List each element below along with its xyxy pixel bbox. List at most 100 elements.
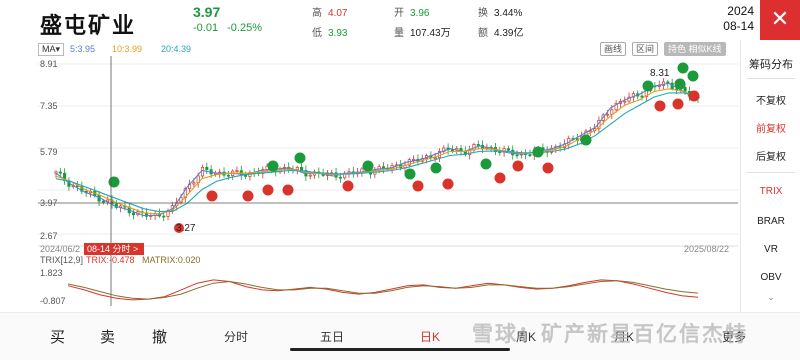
open-label: 开 [394,8,404,19]
current-price: 3.97 [193,4,221,20]
trix-legend-value: TRIX:-0.478 [86,255,135,265]
indicator-brar[interactable]: BRAR [741,216,800,227]
candle-body [162,215,166,218]
turnover-value: 3.44% [494,8,523,19]
change-value: -0.01 [193,22,219,34]
candle-body [244,174,248,177]
ma-lines [55,82,699,217]
low-quote: 低 3.93 [312,24,347,39]
sidebar-divider [747,78,795,79]
similar-kline-button[interactable]: 持色 相似K线 [664,42,726,56]
buy-signal-marker [580,134,592,146]
tab-five-day[interactable]: 五日 [314,328,350,345]
close-icon: ✕ [770,6,790,31]
sell-signal-marker [654,100,666,112]
sell-signal-marker [262,184,274,196]
candle-body [515,154,519,157]
draw-line-button[interactable]: 画线 [600,42,627,56]
buy-signal-marker [404,168,416,180]
tab-intraday[interactable]: 分时 [218,328,254,345]
candle-body [308,174,312,177]
candle-body [683,87,687,92]
chip-distribution-button[interactable]: 筹码分布 [741,56,800,72]
ma-line-ma20 [55,92,699,212]
cancel-order-button[interactable]: 撤 [152,326,167,347]
ma5-legend: 5:3.95 [70,44,96,54]
ma-selector-label: MA [42,44,56,54]
candle-body [235,170,239,172]
stock-name: 盛屯矿业 [40,13,137,38]
matrix-legend-value: MATRIX:0.020 [142,255,200,265]
turnover-label: 换 [478,8,488,19]
candle-body [498,151,502,154]
price-axis-label: 7.35 [40,101,58,111]
candle-body [200,167,205,177]
indicator-obv[interactable]: OBV [741,272,800,283]
candle-body [450,149,454,152]
buy-signal-marker [480,158,492,170]
close-button[interactable]: ✕ [760,0,800,40]
no-adjust-button[interactable]: 不复权 [741,92,800,107]
amount-value: 4.39亿 [494,28,524,39]
high-label: 高 [312,8,322,19]
buy-signal-marker [642,80,654,92]
date-end-label: 2025/08/22 [684,244,729,254]
indicator-trix[interactable]: TRIX [741,186,800,197]
candle-body [528,154,532,156]
candle-body [205,167,209,170]
price-axis-label: 8.91 [40,59,58,69]
price-axis-label: 5.79 [40,147,58,157]
sell-signal-marker [672,98,684,110]
low-value: 3.93 [328,28,348,39]
price-axis-labels: 8.917.355.793.972.67 [40,59,58,241]
sell-signal-marker [206,190,218,202]
forward-adjust-button[interactable]: 前复权 [741,120,800,135]
trix-legend-name: TRIX[12,9] [40,255,83,265]
low-label: 低 [312,28,322,39]
buy-button[interactable]: 买 [50,326,65,347]
buy-signal-marker [674,78,686,90]
high-quote: 高 4.07 [312,4,347,19]
volume-value: 107.43万 [410,28,451,39]
candle-body [476,144,480,146]
amount-quote: 额 4.39亿 [478,24,523,39]
candlesticks [54,78,700,222]
buy-signal-marker [267,160,279,172]
sell-signal-marker [442,178,454,190]
kline-chart[interactable]: 8.917.355.793.972.67 TRIX[12,9] TRIX:-0.4… [38,56,738,312]
candle-body [605,113,610,116]
quote-header: 盛屯矿业 3.97 -0.01 -0.25% 高 4.07 低 3.93 开 3.96… [0,0,800,40]
candle-body [295,167,299,171]
buy-signal-marker [362,160,374,172]
candle-body [101,200,105,203]
open-value: 3.96 [410,8,430,19]
sell-button[interactable]: 卖 [100,326,115,347]
chart-labels: 2024/06/2 08-14 分时 > 2025/08/22 8.31 3.27 [40,68,729,255]
ma-selector[interactable]: MA▾ [38,43,65,56]
sell-signal-marker [282,184,294,196]
buy-signal-marker [294,152,306,164]
sell-signal-marker [342,180,354,192]
min-price-label: 3.27 [176,223,196,234]
price-change: -0.01 -0.25% [193,22,262,34]
ma-line-ma10 [55,88,699,215]
open-quote: 开 3.96 [394,4,429,19]
sell-signal-marker [412,180,424,192]
indicator-vr[interactable]: VR [741,244,800,255]
ma20-legend: 20:4.39 [161,44,192,54]
sell-signal-marker [242,190,254,202]
tab-daily-k[interactable]: 日K [412,328,448,345]
quote-date-md: 08-14 [723,19,754,33]
buy-signal-marker [532,146,544,158]
ma-line-ma5 [55,82,699,217]
trix-line-matrix [67,280,699,300]
chevron-down-icon: ▾ [55,44,61,54]
candle-body [226,174,230,177]
backward-adjust-button[interactable]: 后复权 [741,148,800,163]
chevron-down-icon[interactable]: ⌄ [741,292,800,303]
watermark: 雪球：矿产新星百亿信杰特 [472,323,748,346]
candle-body [338,176,342,179]
sidebar-divider [747,172,795,173]
candle-body [412,158,416,161]
range-button[interactable]: 区间 [632,42,659,56]
